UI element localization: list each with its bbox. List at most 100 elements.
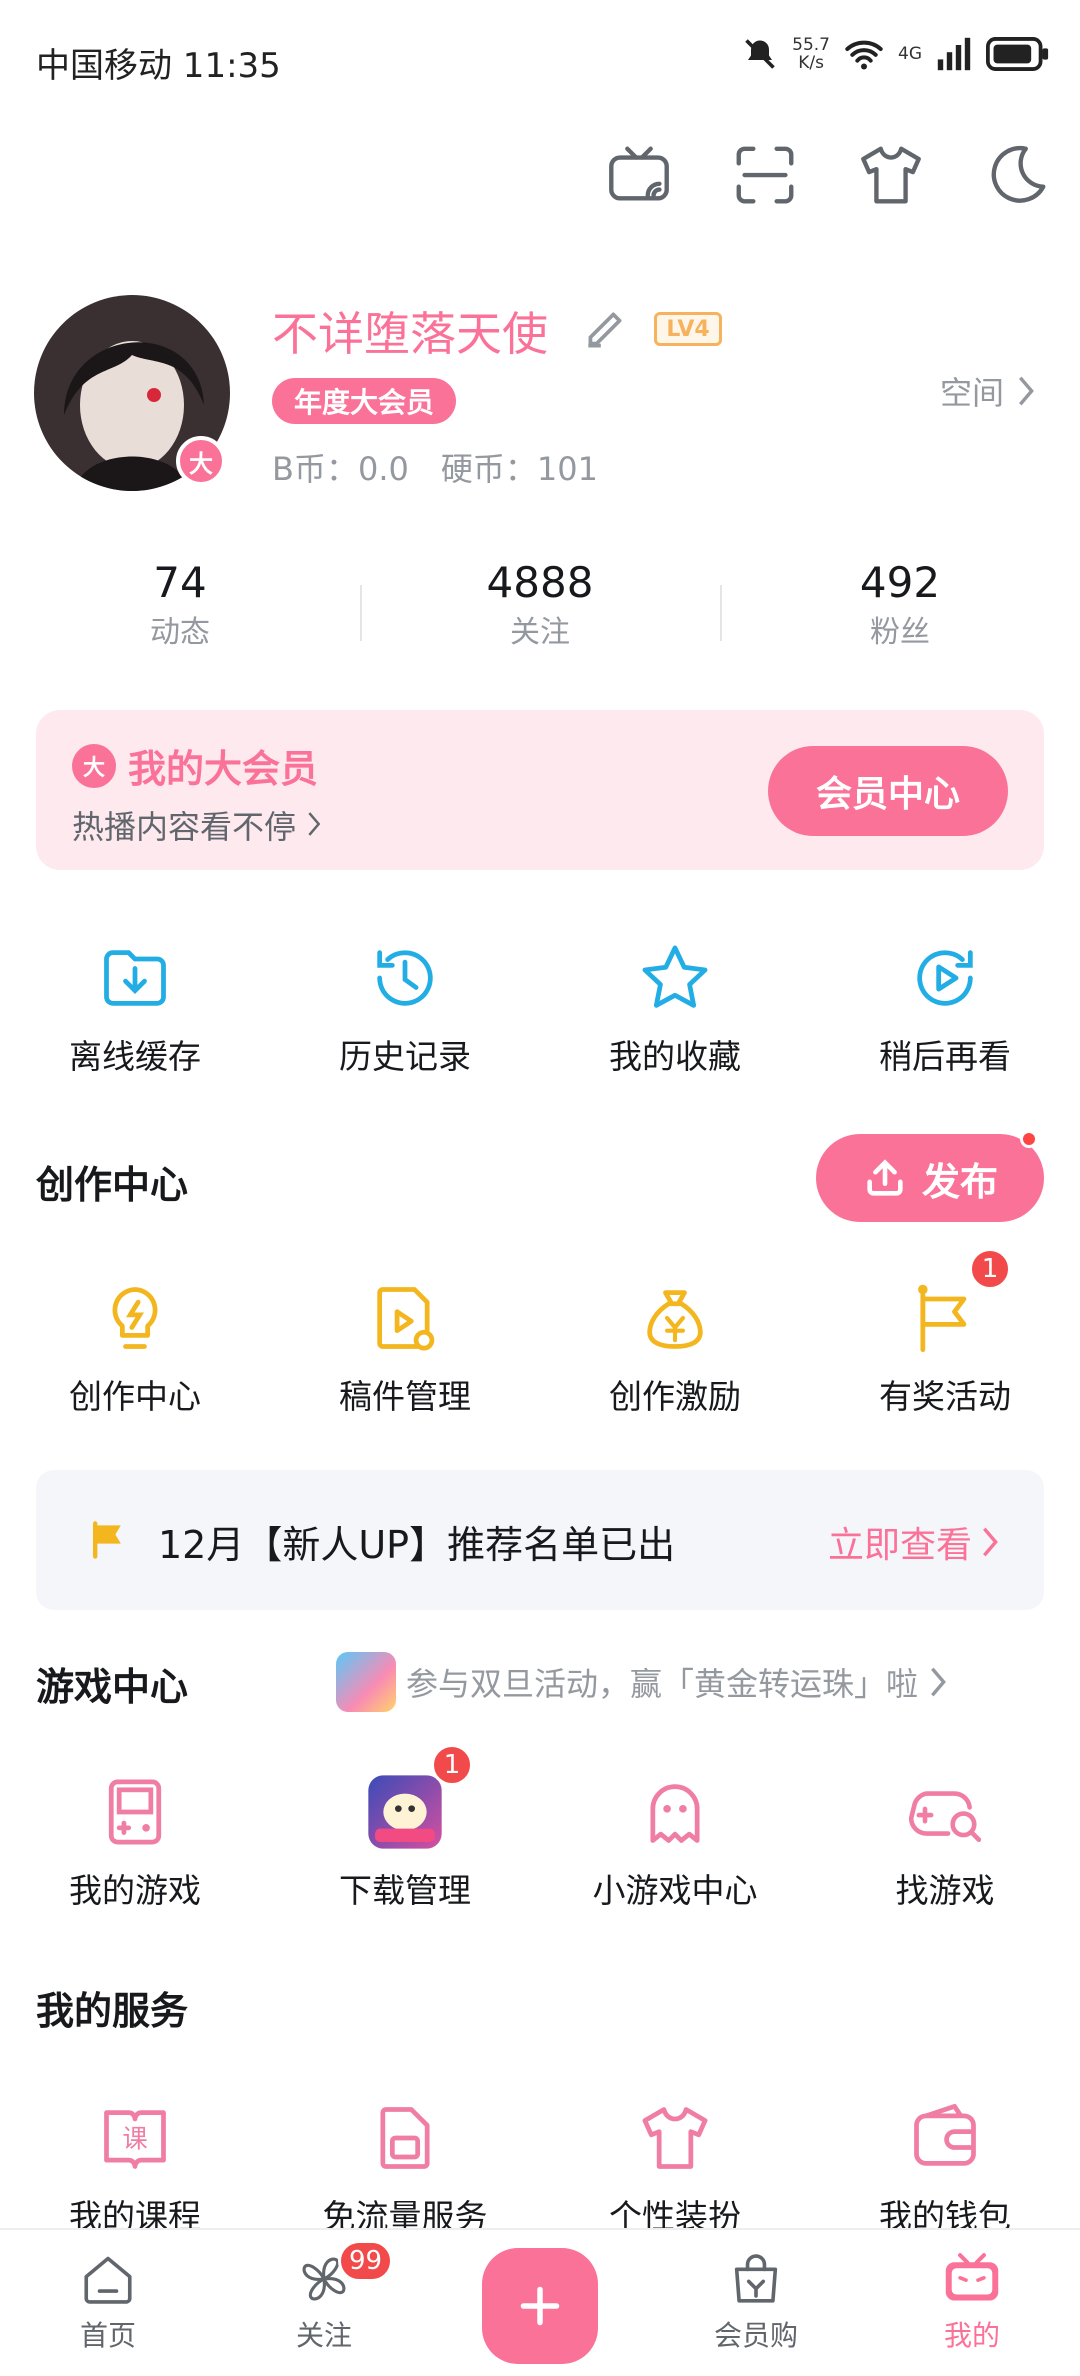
reward-activity-item[interactable]: 1 有奖活动	[810, 1248, 1080, 1418]
game-promo[interactable]: 参与双旦活动，赢「黄金转运珠」啦	[336, 1652, 948, 1712]
publish-label: 发布	[921, 1159, 998, 1204]
vip-center-button[interactable]: 会员中心	[768, 746, 1008, 836]
nav-follow[interactable]: 关注 99	[216, 2230, 432, 2376]
history-label: 历史记录	[339, 1037, 471, 1076]
reward-activity-label: 有奖活动	[879, 1377, 1011, 1416]
nav-vip-shop-label: 会员购	[713, 2319, 798, 2352]
chevron-right-icon	[308, 812, 321, 836]
publish-red-dot	[1020, 1130, 1038, 1148]
svg-text:课: 课	[122, 2124, 147, 2154]
history-clock-icon	[377, 950, 433, 1006]
net-speed: 55.7 K/s	[792, 35, 830, 73]
vip-card[interactable]: 大 我的大会员 热播内容看不停 会员中心	[36, 710, 1044, 870]
nav-vip-shop[interactable]: 会员购	[648, 2230, 864, 2376]
coins-info: B币：0.0 硬币：101	[272, 450, 598, 488]
bottom-nav: 首页 关注 99 会员购 我的	[0, 2228, 1080, 2376]
find-games-item[interactable]: 找游戏	[810, 1772, 1080, 1912]
stats-row: 74 动态 4888 关注 492 粉丝	[0, 555, 1080, 675]
incentive-item[interactable]: 创作激励	[540, 1278, 810, 1418]
reward-badge: 1	[969, 1248, 1011, 1290]
bilibili-tv-icon	[945, 2253, 999, 2301]
carrier-time: 中国移动 11:35	[36, 46, 281, 86]
watch-later-label: 稍后再看	[879, 1037, 1011, 1076]
course-book-icon: 课	[104, 2110, 166, 2169]
lightbulb-icon	[112, 1287, 158, 1349]
space-label: 空间	[939, 374, 1004, 412]
nav-follow-label: 关注	[295, 2319, 352, 2352]
notice-text: 12月【新人UP】推荐名单已出	[158, 1523, 676, 1567]
publish-plus-button[interactable]	[482, 2248, 598, 2364]
notice-banner[interactable]: 12月【新人UP】推荐名单已出 立即查看	[36, 1470, 1044, 1610]
stat-label: 动态	[150, 615, 210, 650]
nav-home-label: 首页	[79, 2319, 136, 2352]
follow-badge: 99	[338, 2240, 394, 2282]
creator-section-title: 创作中心	[36, 1163, 189, 1207]
download-badge: 1	[431, 1744, 473, 1786]
gameboy-icon	[108, 1779, 162, 1845]
level-badge: LV4	[654, 312, 722, 346]
vip-card-title: 大 我的大会员	[72, 738, 318, 793]
service-items: 课 我的课程 免流量服务 个性装扮 我的钱包	[0, 2098, 1080, 2238]
offline-cache-label: 离线缓存	[69, 1037, 201, 1076]
wallet-item[interactable]: 我的钱包	[810, 2098, 1080, 2238]
nav-mine[interactable]: 我的	[864, 2230, 1080, 2376]
space-link[interactable]: 空间	[940, 368, 1036, 414]
notice-link[interactable]: 立即查看	[828, 1516, 1000, 1568]
my-courses-item[interactable]: 课 我的课程	[0, 2098, 270, 2238]
free-data-item[interactable]: 免流量服务	[270, 2098, 540, 2238]
watch-later-icon	[917, 950, 973, 1006]
chevron-right-icon	[983, 1527, 998, 1557]
dress-up-item[interactable]: 个性装扮	[540, 2098, 810, 2238]
stat-label: 关注	[510, 615, 570, 650]
status-icons: 55.7 K/s 4G	[742, 36, 1050, 72]
download-manage-label: 下载管理	[339, 1871, 471, 1910]
moon-icon[interactable]	[982, 140, 1052, 210]
favorites-label: 我的收藏	[609, 1037, 741, 1076]
favorites-item[interactable]: 我的收藏	[540, 938, 810, 1078]
shopping-bag-icon	[734, 2254, 778, 2303]
find-games-label: 找游戏	[895, 1871, 995, 1910]
mute-bell-icon	[745, 39, 775, 69]
watch-later-item[interactable]: 稍后再看	[810, 938, 1080, 1078]
promo-thumbnail	[336, 1652, 396, 1712]
money-bag-icon	[647, 1290, 703, 1349]
mini-games-item[interactable]: 小游戏中心	[540, 1772, 810, 1912]
ghost-icon	[650, 1784, 700, 1843]
stat-fans[interactable]: 492 粉丝	[720, 555, 1080, 675]
chevron-right-icon	[1019, 376, 1034, 406]
flag-icon	[918, 1284, 967, 1353]
edit-icon[interactable]	[580, 304, 630, 354]
home-icon	[84, 2256, 132, 2304]
wallet-icon	[914, 2103, 976, 2166]
username: 不详堕落天使	[272, 307, 548, 361]
my-games-item[interactable]: 我的游戏	[0, 1772, 270, 1912]
upload-icon	[867, 1159, 903, 1196]
creator-center-item[interactable]: 创作中心	[0, 1278, 270, 1418]
nav-home[interactable]: 首页	[0, 2230, 216, 2376]
download-manage-item[interactable]: 1 下载管理	[270, 1744, 540, 1912]
tshirt-icon[interactable]	[856, 140, 926, 210]
vip-tag[interactable]: 年度大会员	[272, 378, 457, 424]
publish-button[interactable]: 发布	[816, 1134, 1044, 1222]
document-play-icon	[377, 1287, 435, 1351]
history-item[interactable]: 历史记录	[270, 938, 540, 1078]
stat-following[interactable]: 4888 关注	[360, 555, 720, 675]
creator-center-label: 创作中心	[69, 1377, 201, 1416]
tv-cast-icon[interactable]	[604, 140, 674, 210]
stat-dynamics[interactable]: 74 动态	[0, 555, 360, 675]
game-app-icon	[368, 1775, 442, 1849]
manuscript-label: 稿件管理	[339, 1377, 471, 1416]
offline-cache-item[interactable]: 离线缓存	[0, 938, 270, 1078]
scan-icon[interactable]	[730, 140, 800, 210]
quick-actions: 离线缓存 历史记录 我的收藏 稍后再看	[0, 938, 1080, 1078]
notice-flag-icon	[92, 1521, 121, 1559]
network-type: 4G	[898, 44, 922, 64]
download-folder-icon	[104, 950, 166, 1006]
manuscript-item[interactable]: 稿件管理	[270, 1278, 540, 1418]
chevron-right-icon	[931, 1667, 946, 1697]
mini-games-label: 小游戏中心	[592, 1871, 758, 1910]
stat-value: 4888	[486, 558, 594, 607]
promo-text: 参与双旦活动，赢「黄金转运珠」啦	[406, 1665, 919, 1703]
star-icon	[642, 945, 708, 1008]
vip-avatar-badge: 大	[176, 436, 226, 486]
